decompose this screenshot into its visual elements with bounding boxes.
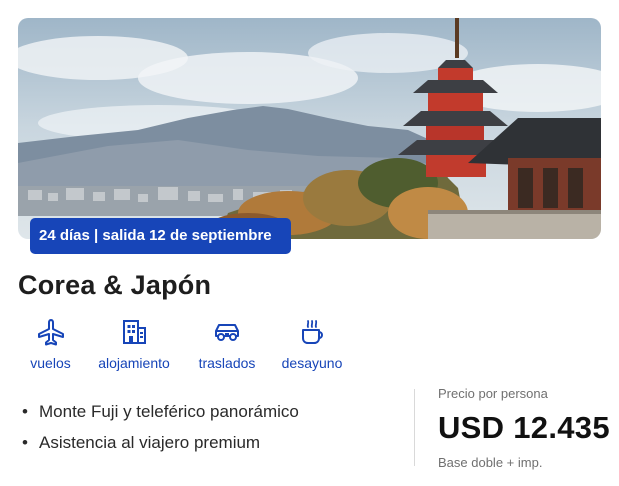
car-icon (215, 324, 239, 341)
amenity-transfers: traslados (195, 317, 259, 371)
amenity-label: traslados (198, 355, 256, 371)
price-value: USD 12.435 (438, 410, 610, 445)
price-block: Precio por persona USD 12.435 Base doble… (438, 386, 616, 470)
amenity-label: vuelos (30, 355, 71, 371)
duration-badge: 24 días | salida 12 de septiembre (30, 218, 291, 254)
feature-list: • Monte Fuji y teleférico panorámico • Asi… (22, 400, 402, 462)
list-item: • Asistencia al viajero premium (22, 433, 261, 452)
amenity-label: desayuno (281, 355, 343, 371)
tour-title[interactable]: Corea & Japón (18, 270, 211, 301)
vertical-divider (414, 389, 415, 466)
amenities-row: vuelos alojamiento traslados desayuno (22, 317, 362, 377)
coffee-icon (302, 320, 323, 344)
list-item: • Monte Fuji y teleférico panorámico (22, 402, 299, 421)
tour-photo (18, 18, 601, 239)
amenity-breakfast: desayuno (279, 317, 345, 371)
tour-card[interactable]: 24 días | salida 12 de septiembre Corea … (0, 0, 619, 486)
airplane-icon (37, 319, 64, 346)
price-note: Base doble + imp. (438, 455, 543, 470)
amenity-lodging: alojamiento (93, 317, 175, 371)
amenity-label: alojamiento (98, 355, 170, 371)
amenity-flights: vuelos (22, 317, 79, 371)
price-label: Precio por persona (438, 386, 548, 401)
building-icon (123, 320, 146, 344)
